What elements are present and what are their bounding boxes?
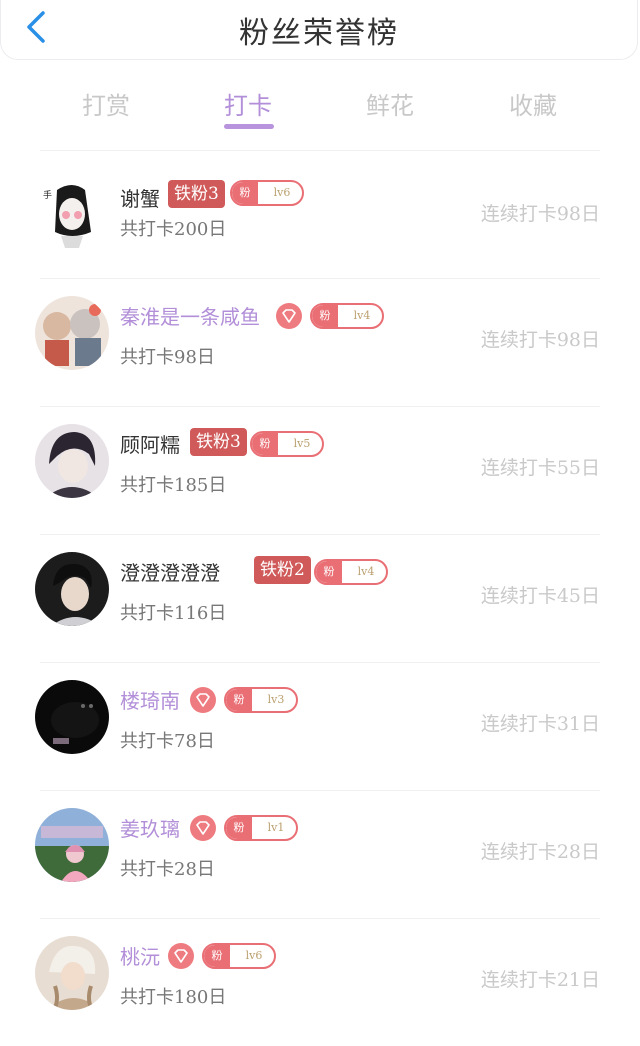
list-item[interactable]: 手 谢蟹 铁粉3 粉 lv6 共打卡200日 连续打卡98日	[0, 150, 640, 278]
divider	[40, 662, 600, 663]
streak-checkin: 连续打卡98日	[480, 329, 600, 351]
fan-label: 粉	[316, 561, 342, 583]
total-checkin: 共打卡78日	[120, 731, 215, 752]
page-title: 粉丝荣誉榜	[239, 16, 399, 51]
avatar-image	[35, 808, 109, 882]
fan-label: 粉	[252, 433, 278, 455]
diamond-icon	[282, 309, 296, 323]
iron-fan-badge: 铁粉3	[190, 428, 247, 456]
streak-checkin: 连续打卡45日	[480, 585, 600, 607]
fan-name[interactable]: 姜玖璃	[120, 813, 180, 842]
fan-level-badge: 粉 lv6	[230, 180, 304, 206]
divider	[40, 278, 600, 279]
avatar[interactable]	[35, 680, 109, 754]
list-item[interactable]: 澄澄澄澄澄 铁粉2 粉 lv4 共打卡116日 连续打卡45日	[0, 534, 640, 662]
fan-label: 粉	[226, 817, 252, 839]
avatar-image	[35, 296, 109, 370]
list-item[interactable]: 桃沅 粉 lv6 共打卡180日 连续打卡21日	[0, 918, 640, 1046]
tab-bar: 打赏 打卡 鲜花 收藏	[0, 80, 640, 136]
level-label: lv5	[293, 437, 311, 450]
total-checkin: 共打卡180日	[120, 987, 227, 1008]
level-label: lv4	[353, 309, 371, 322]
avatar-image	[35, 680, 109, 754]
level-label: lv1	[267, 821, 285, 834]
header-bar: 粉丝荣誉榜	[0, 0, 638, 60]
active-tab-indicator	[224, 124, 274, 129]
total-checkin: 共打卡28日	[120, 859, 215, 880]
total-checkin: 共打卡185日	[120, 475, 227, 496]
list-item[interactable]: 姜玖璃 粉 lv1 共打卡28日 连续打卡28日	[0, 790, 640, 918]
list-item[interactable]: 顾阿糯 铁粉3 粉 lv5 共打卡185日 连续打卡55日	[0, 406, 640, 534]
avatar[interactable]	[35, 424, 109, 498]
total-checkin: 共打卡116日	[120, 603, 227, 624]
iron-fan-badge: 铁粉3	[168, 180, 225, 208]
divider	[40, 918, 600, 919]
streak-checkin: 连续打卡55日	[480, 457, 600, 479]
iron-fan-badge: 铁粉2	[254, 556, 311, 584]
fan-label: 粉	[312, 305, 338, 327]
fan-name[interactable]: 顾阿糯	[120, 429, 180, 458]
fan-label: 粉	[226, 689, 252, 711]
level-label: lv4	[357, 565, 375, 578]
fan-level-badge: 粉 lv4	[314, 559, 388, 585]
fan-name[interactable]: 秦淮是一条咸鱼	[120, 301, 260, 330]
level-label: lv6	[273, 186, 291, 199]
avatar-image: 手	[35, 178, 109, 252]
tab-reward[interactable]: 打赏	[82, 86, 130, 121]
avatar-image	[35, 936, 109, 1010]
total-checkin: 共打卡200日	[120, 219, 227, 240]
streak-checkin: 连续打卡21日	[480, 969, 600, 991]
diamond-icon	[196, 821, 210, 835]
diamond-badge	[168, 943, 194, 969]
streak-checkin: 连续打卡31日	[480, 713, 600, 735]
streak-checkin: 连续打卡28日	[480, 841, 600, 863]
avatar-image	[35, 552, 109, 626]
fan-name[interactable]: 桃沅	[120, 941, 160, 970]
tab-checkin[interactable]: 打卡	[224, 86, 272, 121]
avatar[interactable]: 手	[35, 178, 109, 252]
avatar[interactable]	[35, 808, 109, 882]
tab-flowers[interactable]: 鲜花	[366, 86, 414, 121]
fan-label: 粉	[232, 182, 258, 204]
fan-name[interactable]: 楼琦南	[120, 685, 180, 714]
fan-name[interactable]: 谢蟹	[120, 183, 160, 212]
fan-label: 粉	[204, 945, 230, 967]
diamond-icon	[196, 693, 210, 707]
list-item[interactable]: 秦淮是一条咸鱼 粉 lv4 共打卡98日 连续打卡98日	[0, 278, 640, 406]
diamond-badge	[190, 687, 216, 713]
fan-level-badge: 粉 lv6	[202, 943, 276, 969]
diamond-badge	[276, 303, 302, 329]
fan-level-badge: 粉 lv5	[250, 431, 324, 457]
tab-favorites[interactable]: 收藏	[509, 86, 557, 121]
avatar[interactable]	[35, 936, 109, 1010]
fan-level-badge: 粉 lv3	[224, 687, 298, 713]
fan-level-badge: 粉 lv1	[224, 815, 298, 841]
diamond-icon	[174, 949, 188, 963]
total-checkin: 共打卡98日	[120, 347, 215, 368]
divider	[40, 406, 600, 407]
avatar-image	[35, 424, 109, 498]
list-item[interactable]: 楼琦南 粉 lv3 共打卡78日 连续打卡31日	[0, 662, 640, 790]
svg-text:手: 手	[43, 189, 52, 201]
streak-checkin: 连续打卡98日	[480, 203, 600, 225]
divider	[40, 534, 600, 535]
divider	[40, 790, 600, 791]
level-label: lv6	[245, 949, 263, 962]
level-label: lv3	[267, 693, 285, 706]
avatar[interactable]	[35, 296, 109, 370]
divider	[40, 150, 600, 151]
diamond-badge	[190, 815, 216, 841]
avatar[interactable]	[35, 552, 109, 626]
fan-name[interactable]: 澄澄澄澄澄	[120, 557, 220, 586]
fan-level-badge: 粉 lv4	[310, 303, 384, 329]
